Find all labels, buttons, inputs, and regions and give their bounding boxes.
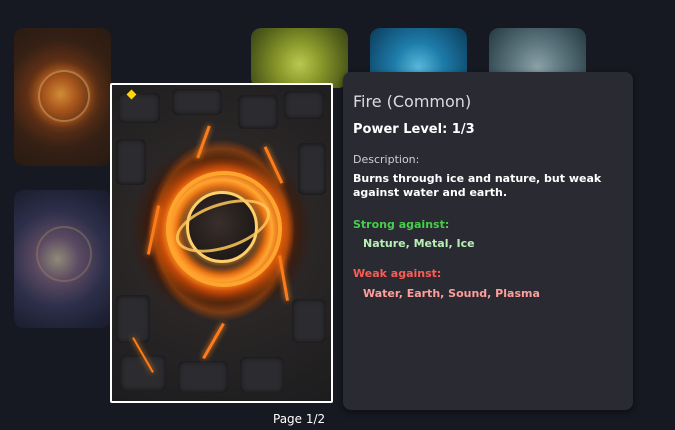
description-label: Description: <box>353 153 420 166</box>
card-energy[interactable] <box>14 190 111 328</box>
description-text: Burns through ice and nature, but weak a… <box>353 172 602 199</box>
rock-texture <box>118 93 160 123</box>
rock-texture <box>172 89 222 115</box>
rock-texture <box>238 95 278 129</box>
rock-texture <box>298 143 326 195</box>
fire-orb-icon <box>38 70 90 122</box>
lava-crack <box>196 125 211 159</box>
lava-crack <box>278 255 289 301</box>
rock-texture <box>292 299 326 343</box>
lava-crack <box>202 322 225 360</box>
card-title: Fire (Common) <box>353 92 472 111</box>
card-info-panel: Fire (Common) Power Level: 1/3 Descripti… <box>343 72 633 410</box>
strong-against-label: Strong against: <box>353 218 450 231</box>
selected-card-fire[interactable] <box>110 83 333 403</box>
weak-against-list: Water, Earth, Sound, Plasma <box>363 287 540 300</box>
rock-texture <box>284 91 324 119</box>
rock-texture <box>116 295 150 343</box>
card-fire[interactable] <box>14 28 111 166</box>
power-level: Power Level: 1/3 <box>353 122 475 137</box>
energy-orb-icon <box>36 226 92 282</box>
page-indicator: Page 1/2 <box>273 412 326 426</box>
rock-texture <box>116 139 146 185</box>
rock-texture <box>240 357 284 393</box>
lava-crack <box>146 205 161 255</box>
rock-texture <box>178 361 228 393</box>
card-nature[interactable] <box>251 28 348 88</box>
lava-crack <box>263 146 284 184</box>
rock-texture <box>120 355 166 391</box>
strong-against-list: Nature, Metal, Ice <box>363 237 475 250</box>
weak-against-label: Weak against: <box>353 267 442 280</box>
